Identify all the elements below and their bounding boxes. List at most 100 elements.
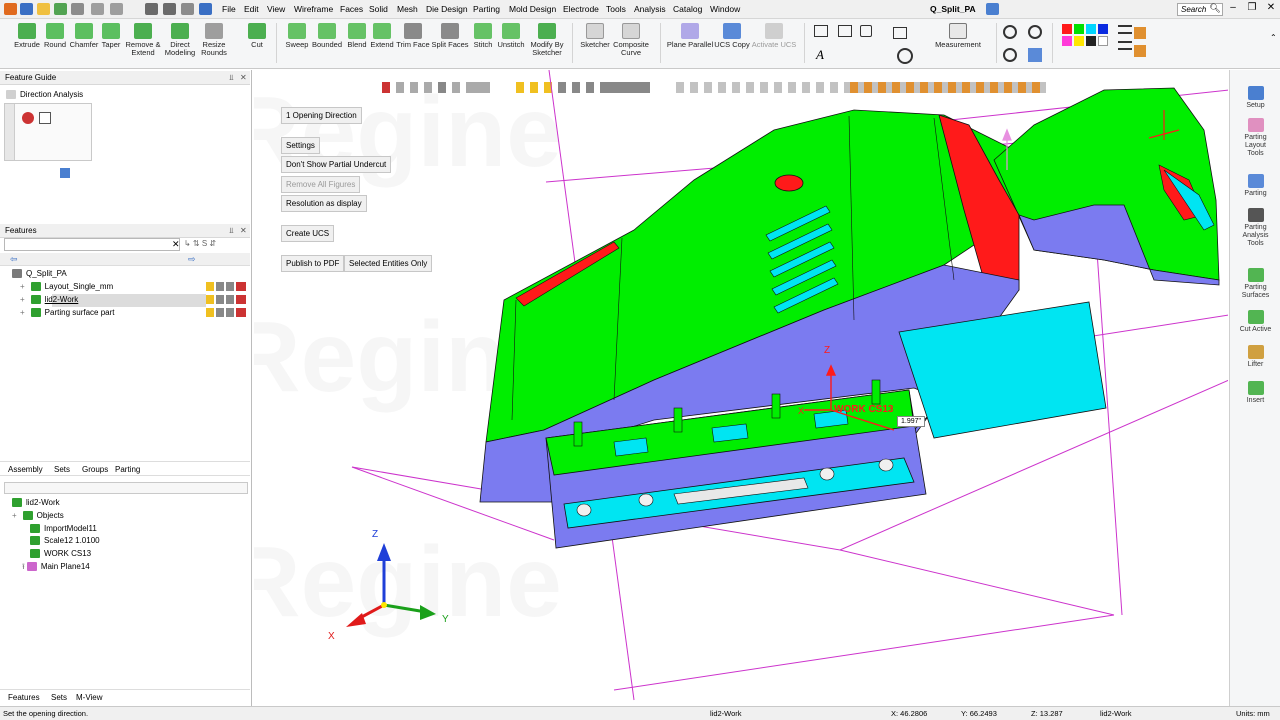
new-icon[interactable] [54,3,67,15]
search-icon[interactable]: 🔍︎ [1206,3,1224,14]
minimize-icon[interactable]: – [1224,2,1242,13]
tab-features[interactable]: Features [4,691,44,704]
color-yellow-swatch[interactable] [1074,36,1084,46]
tree-item-objects[interactable]: + Objects [12,511,64,523]
filter-options-icon[interactable]: ↳ ⇅ S ⇵ [184,239,216,248]
direction-analysis-item[interactable]: Direction Analysis [6,90,83,102]
cut-button[interactable]: Cut [244,23,270,49]
menu-edit[interactable]: Edit [244,4,259,14]
print-icon[interactable] [71,3,84,15]
tree-item-parting-surface[interactable]: + Parting surface part [20,308,114,320]
tree-item-scale[interactable]: Scale12 1.0100 [30,536,100,548]
status-units[interactable]: Units: mm [1236,709,1270,718]
menu-catalog[interactable]: Catalog [673,4,702,14]
menu-mold-design[interactable]: Mold Design [509,4,556,14]
menu-analysis[interactable]: Analysis [634,4,666,14]
plane-view-icon[interactable] [838,25,852,37]
direction-gear-icon[interactable] [22,112,34,124]
trim-face-button[interactable]: Trim Face [395,23,431,49]
menu-window[interactable]: Window [710,4,740,14]
zoom-in-icon[interactable] [1003,25,1017,39]
layout-status-icons[interactable] [206,282,246,291]
nav-forward-icon[interactable]: ⇨ [188,254,196,265]
line-style-icon[interactable] [1118,25,1132,34]
tree-item-lid2-work[interactable]: + lid2-Work [20,295,78,307]
bounded-button[interactable]: Bounded [311,23,343,49]
point-tool-icon[interactable] [860,25,872,37]
menu-parting[interactable]: Parting [473,4,500,14]
color-magenta-swatch[interactable] [1062,36,1072,46]
chamfer-button[interactable]: Chamfer [68,23,100,49]
menu-mesh[interactable]: Mesh [397,4,418,14]
resize-rounds-button[interactable]: Resize Rounds [198,23,230,57]
activate-ucs-button[interactable]: Activate UCS [750,23,798,49]
copy-icon[interactable] [110,3,123,15]
measurement-button[interactable]: Measurement [930,23,986,49]
parting-button[interactable]: Parting [1230,174,1280,198]
menu-die-design[interactable]: Die Design [426,4,468,14]
restore-icon[interactable]: ❐ [1243,2,1261,13]
sweep-button[interactable]: Sweep [282,23,312,49]
box-view-icon[interactable] [814,25,828,37]
menu-faces[interactable]: Faces [340,4,363,14]
split-faces-button[interactable]: Split Faces [431,23,469,49]
tree-root-q-split-pa[interactable]: Q_Split_PA [12,269,67,281]
blend-button[interactable]: Blend [344,23,370,49]
tab-assembly[interactable]: Assembly [4,463,47,476]
text-tool-icon[interactable]: A [816,47,824,63]
cut-tool-icon[interactable] [91,3,104,15]
menu-wireframe[interactable]: Wireframe [294,4,333,14]
parting-status-icons[interactable] [206,308,246,317]
3d-viewport[interactable]: Ooi Regine Ooi Regine Ooi Regine 1 Openi… [254,70,1228,706]
ribbon-collapse-icon[interactable]: ⌃ [1270,33,1277,42]
tree-item-layout[interactable]: + Layout_Single_mm [20,282,113,294]
tree-item-import-model[interactable]: ImportModel11 [30,524,97,536]
direct-modeling-button[interactable]: Direct Modeling [162,23,198,57]
layer-icon[interactable] [1134,27,1146,39]
lid2-status-icons[interactable] [206,295,246,304]
properties-icon[interactable] [1134,45,1146,57]
ucs-copy-button[interactable]: UCS Copy [714,23,750,49]
tab-sets[interactable]: Sets [50,463,74,476]
color-white-swatch[interactable] [1098,36,1108,46]
menu-file[interactable]: File [222,4,236,14]
apply-icon[interactable] [60,168,70,178]
round-button[interactable]: Round [42,23,68,49]
setup-button[interactable]: Setup [1230,86,1280,110]
direction-table-icon[interactable] [39,112,51,124]
sketcher-button[interactable]: Sketcher [578,23,612,49]
tab-parting[interactable]: Parting [111,463,144,476]
close-panel-icon[interactable]: ✕ [240,226,247,235]
app-logo-icon[interactable] [4,3,17,15]
lifter-button[interactable]: Lifter [1230,345,1280,369]
tree-filter-bar[interactable] [4,482,248,494]
modify-by-sketcher-button[interactable]: Modify By Sketcher [528,23,566,57]
window-icon[interactable] [199,3,212,15]
taper-button[interactable]: Taper [100,23,122,49]
document-icon[interactable] [986,3,999,15]
extrude-button[interactable]: Extrude [12,23,42,49]
save-icon[interactable] [20,3,33,15]
redo-icon[interactable] [163,3,176,15]
tab-m-view[interactable]: M-View [72,691,107,704]
color-green-swatch[interactable] [1074,24,1084,34]
tab-sets-bottom[interactable]: Sets [47,691,71,704]
color-black-swatch[interactable] [1086,36,1096,46]
menu-solid[interactable]: Solid [369,4,388,14]
pin-icon[interactable]: ⫫ [229,226,234,236]
line-weight-icon[interactable] [1118,41,1132,50]
pin-icon[interactable]: ⫫ [229,73,234,83]
extend-button[interactable]: Extend [369,23,395,49]
menu-electrode[interactable]: Electrode [563,4,599,14]
tab-groups[interactable]: Groups [78,463,112,476]
parting-layout-tools-button[interactable]: Parting Layout Tools [1230,118,1280,158]
menu-tools[interactable]: Tools [606,4,626,14]
parting-surfaces-button[interactable]: Parting Surfaces [1230,268,1280,300]
close-panel-icon[interactable]: ✕ [240,73,247,82]
zoom-icon[interactable] [181,3,194,15]
parting-analysis-tools-button[interactable]: Parting Analysis Tools [1230,208,1280,248]
feature-filter-input[interactable] [4,238,180,251]
clear-filter-icon[interactable]: ✕ [172,239,180,250]
close-icon[interactable]: ✕ [1262,2,1280,13]
remove-extend-button[interactable]: Remove & Extend [124,23,162,57]
